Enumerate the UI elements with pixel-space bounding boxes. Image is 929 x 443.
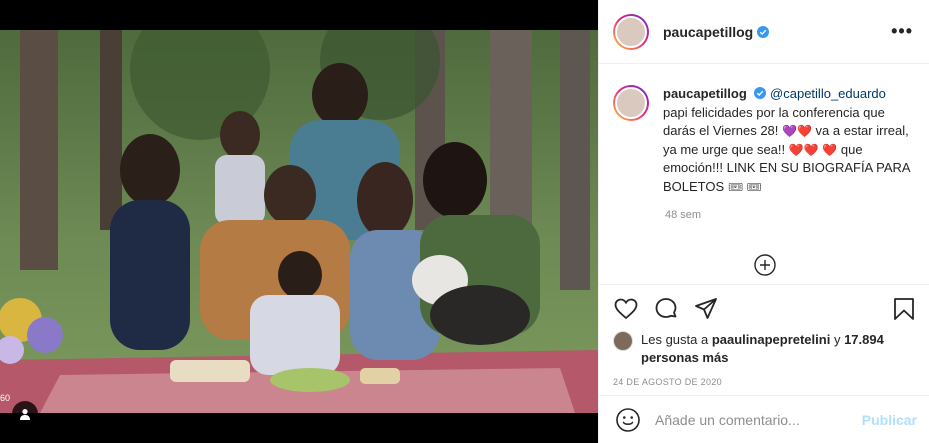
comments-area: paucapetillog @capetillo_eduardo papi fe…	[599, 65, 929, 285]
load-more-comments-icon[interactable]	[753, 253, 777, 277]
action-icons	[613, 291, 917, 327]
post-actions: Les gusta a paaulinapepretelini y 17.894…	[599, 284, 929, 387]
liker-avatar[interactable]	[613, 331, 633, 351]
caption-avatar[interactable]	[613, 85, 649, 121]
likes-summary: Les gusta a paaulinapepretelini y 17.894…	[613, 331, 917, 367]
caption-emoji-4: 🎟 🎟	[727, 179, 762, 194]
emoji-icon[interactable]	[615, 407, 641, 433]
bookmark-icon[interactable]	[891, 296, 917, 322]
avatar-image	[615, 15, 647, 48]
likes-joiner: y	[833, 332, 841, 347]
verified-badge-icon	[757, 25, 770, 38]
likes-text: Les gusta a paaulinapepretelini y 17.894…	[641, 331, 917, 367]
post-date[interactable]: 24 DE AGOSTO DE 2020	[613, 377, 917, 387]
caption-username[interactable]: paucapetillog	[663, 86, 747, 101]
avatar-image	[615, 87, 647, 119]
family-picnic-photo	[0, 30, 598, 413]
comment-input[interactable]	[655, 411, 862, 428]
add-comment-bar: Publicar	[599, 395, 929, 443]
post-header: paucapetillog •••	[599, 0, 929, 64]
post-dialog: 60 paucapetillog ••• paucapetillog @cape…	[0, 0, 929, 443]
publish-button[interactable]: Publicar	[862, 412, 917, 428]
post-side-panel: paucapetillog ••• paucapetillog @capetil…	[598, 0, 929, 443]
liker-username[interactable]: paaulinapepretelini	[712, 332, 830, 347]
avatar[interactable]	[613, 13, 649, 50]
caption-mention-link[interactable]: @capetillo_eduardo	[770, 86, 886, 101]
image-edge-text: 60	[0, 393, 11, 403]
comment-icon[interactable]	[653, 296, 679, 322]
caption-emoji-2: ❤️❤️	[788, 142, 819, 157]
more-options-button[interactable]: •••	[891, 21, 913, 42]
tagged-users-button[interactable]	[12, 401, 38, 427]
caption-time: 48 sem	[665, 209, 702, 221]
user-icon	[20, 409, 30, 420]
post-username[interactable]: paucapetillog	[663, 24, 753, 40]
caption-text: paucapetillog @capetillo_eduardo papi fe…	[663, 85, 913, 196]
post-media: 60	[0, 0, 598, 443]
share-icon[interactable]	[693, 296, 719, 322]
post-photo[interactable]	[0, 30, 598, 413]
caption-emoji-1: 💜❤️	[782, 124, 812, 138]
caption-row: paucapetillog @capetillo_eduardo papi fe…	[613, 85, 913, 196]
heart-icon[interactable]	[613, 296, 639, 322]
caption-emoji-3: ❤️	[822, 142, 838, 157]
likes-prefix: Les gusta a	[641, 332, 709, 347]
verified-badge-icon	[754, 87, 767, 99]
